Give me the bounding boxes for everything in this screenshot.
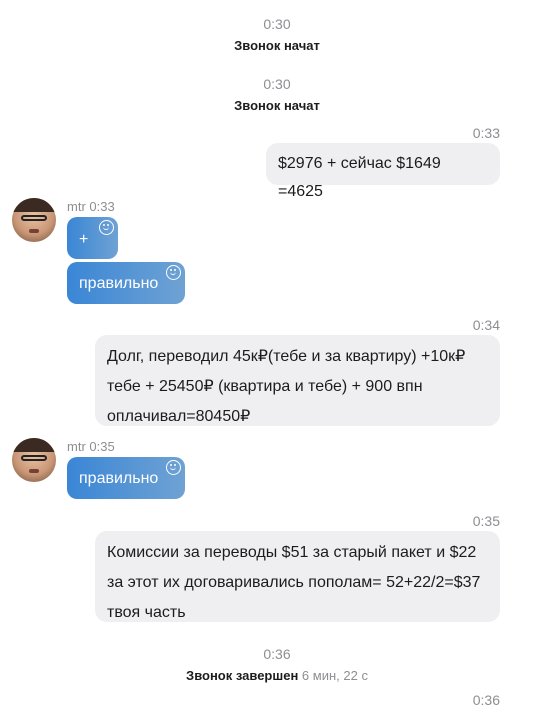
message-line: оплачивал=80450₽: [107, 408, 251, 425]
message-text: $2976 + сейчас $1649 =4625: [278, 155, 441, 200]
call-started-event: 0:30 Звонок начат: [0, 16, 554, 53]
message-text: правильно: [79, 470, 159, 487]
event-label: Звонок начат: [234, 38, 320, 53]
message-line: тебе + 25450₽ (квартира и тебе) + 900 вп…: [107, 378, 423, 395]
outgoing-message[interactable]: $2976 + сейчас $1649 =4625: [266, 143, 500, 200]
message-line: за этот их договаривались пополам= 52+22…: [107, 574, 481, 591]
sender-time: 0:33: [89, 199, 115, 214]
incoming-message[interactable]: +: [67, 217, 118, 259]
sender-line: mtr 0:35: [67, 439, 115, 454]
message-timestamp: 0:33: [472, 125, 500, 141]
sender-name: mtr: [67, 199, 86, 214]
message-timestamp: 0:34: [472, 317, 500, 333]
event-time: 0:30: [263, 76, 291, 92]
incoming-message[interactable]: правильно: [67, 262, 185, 304]
event-time: 0:36: [263, 646, 291, 662]
event-label: Звонок начат: [234, 98, 320, 113]
sender-name: mtr: [67, 439, 86, 454]
add-reaction-icon[interactable]: [99, 220, 114, 235]
call-started-event: 0:30 Звонок начат: [0, 76, 554, 113]
outgoing-message[interactable]: Комиссии за переводы $51 за старый пакет…: [95, 531, 500, 622]
message-line: Долг, переводил 45к₽(тебе и за квартиру)…: [107, 348, 466, 365]
sender-line: mtr 0:33: [67, 199, 115, 214]
event-label-text: Звонок завершен: [186, 668, 299, 683]
message-line: Комиссии за переводы $51 за старый пакет…: [107, 544, 477, 561]
incoming-message[interactable]: правильно: [67, 457, 185, 499]
add-reaction-icon[interactable]: [166, 265, 181, 280]
add-reaction-icon[interactable]: [166, 460, 181, 475]
message-text: +: [79, 231, 89, 248]
message-timestamp: 0:35: [472, 513, 500, 529]
message-line: твоя часть: [107, 604, 186, 621]
message-text: правильно: [79, 275, 159, 292]
event-time: 0:30: [263, 16, 291, 32]
event-label: Звонок завершен 6 мин, 22 с: [0, 668, 554, 683]
avatar[interactable]: [12, 438, 56, 482]
avatar[interactable]: [12, 198, 56, 242]
message-timestamp: 0:36: [472, 692, 500, 708]
sender-time: 0:35: [89, 439, 115, 454]
call-ended-event: 0:36 Звонок завершен 6 мин, 22 с: [0, 646, 554, 683]
call-duration: 6 мин, 22 с: [301, 668, 368, 683]
outgoing-message[interactable]: Долг, переводил 45к₽(тебе и за квартиру)…: [95, 335, 500, 426]
